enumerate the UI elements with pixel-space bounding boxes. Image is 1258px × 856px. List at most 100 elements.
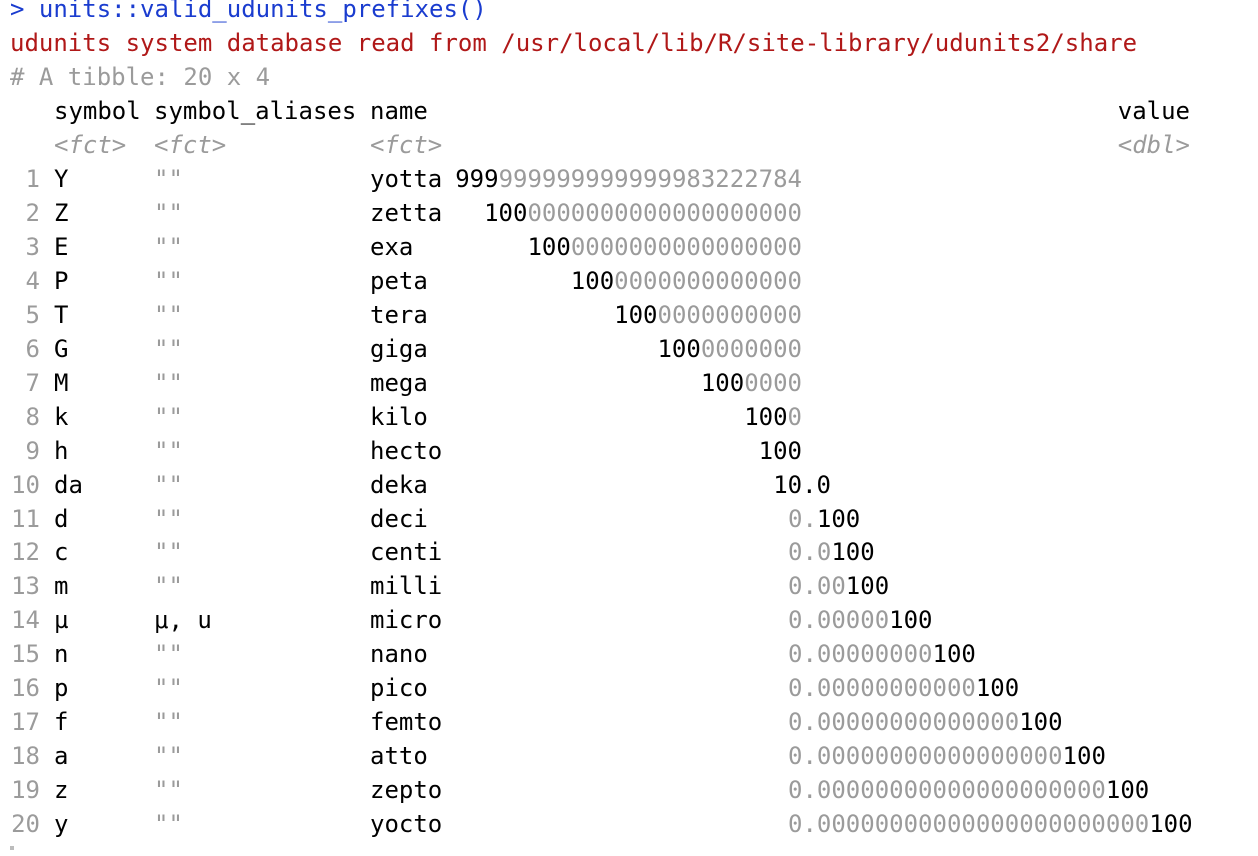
- value-padding: 0: [787, 402, 802, 431]
- cell-value: 10.0: [411, 468, 831, 502]
- col-type-name: <fct>: [370, 131, 443, 159]
- value-padding: 0.00000000000000000: [788, 742, 1063, 771]
- cell-symbol-aliases: "": [154, 504, 183, 533]
- value-significant: 999: [455, 165, 499, 193]
- value-significant-tail: 100: [1149, 810, 1193, 839]
- cell-symbol-aliases: "": [154, 674, 183, 703]
- row-index: 13: [11, 572, 40, 601]
- cell-value: 1000000000000000000: [382, 230, 802, 264]
- cell-value: 0.00100: [788, 569, 889, 603]
- value-padding: 0000000000000: [614, 266, 802, 295]
- value-significant-tail: 100: [816, 504, 861, 533]
- value-padding: 0.00000000000000000000: [788, 776, 1106, 805]
- cell-value: 1000000000: [382, 332, 802, 366]
- cell-value: 0.00000000000000000100: [788, 739, 1106, 773]
- cell-symbol: T: [54, 300, 69, 329]
- row-index: 17: [11, 708, 40, 737]
- cell-symbol-aliases: "": [154, 266, 183, 295]
- value-significant-tail: 100: [845, 572, 890, 601]
- value-padding: 0.00000000: [788, 640, 933, 669]
- cell-name: nano: [370, 640, 428, 669]
- value-significant: 100: [700, 368, 745, 397]
- row-index: 7: [25, 368, 40, 397]
- value-padding: 0000000000: [657, 300, 803, 329]
- row-index: 16: [11, 674, 40, 703]
- cell-value: 0.00000100: [788, 603, 933, 637]
- row-index: 11: [11, 504, 40, 533]
- row-index: 10: [11, 470, 40, 499]
- cell-symbol-aliases: "": [154, 470, 183, 499]
- cell-symbol-aliases: "": [154, 572, 183, 601]
- cell-symbol: M: [54, 368, 69, 397]
- col-header-name: name: [370, 97, 428, 125]
- cell-symbol-aliases: "": [154, 640, 183, 669]
- value-significant: 100: [758, 436, 802, 465]
- value-significant-tail: 100: [932, 640, 976, 669]
- cell-symbol-aliases: "": [154, 776, 183, 805]
- cell-symbol: c: [54, 538, 69, 567]
- cell-value: 100: [382, 434, 802, 468]
- row-index: 3: [25, 232, 40, 261]
- cell-symbol: f: [54, 708, 69, 737]
- cell-symbol-aliases: "": [154, 165, 183, 193]
- value-significant: 100: [614, 300, 658, 329]
- value-significant-tail: 100: [975, 674, 1020, 703]
- cell-name: pico: [370, 674, 428, 703]
- value-padding: 0.: [788, 504, 817, 533]
- row-index: 20: [11, 810, 40, 839]
- row-index: 5: [25, 300, 40, 329]
- row-index: 12: [11, 538, 40, 567]
- cell-symbol-aliases: "": [154, 402, 183, 431]
- col-header-value: value: [1117, 97, 1190, 125]
- col-header-symbol: symbol: [54, 97, 141, 125]
- value-padding: 0000: [744, 368, 802, 397]
- value-padding: 0000000: [700, 334, 802, 363]
- console-message: udunits system database read from /usr/l…: [10, 29, 1138, 57]
- cell-name: micro: [370, 606, 443, 635]
- cell-value: 1000000: [382, 366, 802, 400]
- cell-symbol: P: [54, 266, 69, 295]
- value-significant: 10.0: [773, 470, 831, 499]
- row-index: 4: [25, 266, 40, 295]
- value-significant: 100: [744, 402, 788, 431]
- cell-value: 0.100: [788, 502, 860, 536]
- value-padding: 0.00000: [788, 606, 890, 635]
- cell-symbol-aliases: "": [154, 368, 183, 397]
- cell-name: zepto: [370, 776, 443, 805]
- cell-value: 999999999999999983222784: [382, 162, 802, 196]
- cell-symbol: a: [54, 742, 69, 771]
- row-index: 18: [11, 742, 40, 771]
- cell-value: 0.00000000000000000000100: [788, 773, 1149, 807]
- cell-symbol: z: [54, 776, 69, 805]
- value-significant: 100: [527, 232, 571, 261]
- cell-value: 0.00000000000000100: [788, 705, 1063, 739]
- cell-name: milli: [370, 572, 443, 601]
- cell-symbol: k: [54, 402, 69, 431]
- row-index: 15: [11, 640, 40, 669]
- cell-value: 0.00000000000000000000000100: [788, 807, 1193, 841]
- cell-name: atto: [370, 742, 428, 771]
- cell-symbol: h: [54, 436, 69, 465]
- row-index: 6: [25, 334, 40, 363]
- cell-symbol: G: [54, 334, 69, 363]
- value-padding: 0.00000000000000: [788, 708, 1020, 737]
- cell-value: 1000000000000000000000: [382, 196, 802, 230]
- value-padding: 0.00000000000000000000000: [788, 810, 1150, 839]
- cell-symbol-aliases: "": [154, 436, 183, 465]
- cell-symbol: y: [54, 810, 69, 839]
- cell-symbol: Y: [54, 165, 69, 193]
- value-padding: 0000000000000000000: [527, 198, 802, 227]
- cell-value: 1000000000000000: [382, 264, 802, 298]
- cell-symbol: n: [54, 640, 69, 669]
- cell-name: centi: [370, 538, 443, 567]
- cell-symbol-aliases: "": [154, 334, 183, 363]
- cell-value: 0.00000000100: [788, 637, 976, 671]
- row-index: 9: [25, 436, 40, 465]
- cell-symbol-aliases: "": [154, 232, 183, 261]
- cell-symbol: d: [54, 504, 69, 533]
- cell-name: deci: [370, 504, 428, 533]
- cell-value: 1000: [382, 400, 802, 434]
- value-significant: 100: [484, 198, 528, 227]
- cell-symbol-aliases: "": [154, 300, 183, 329]
- cell-value: 0.0100: [788, 535, 875, 569]
